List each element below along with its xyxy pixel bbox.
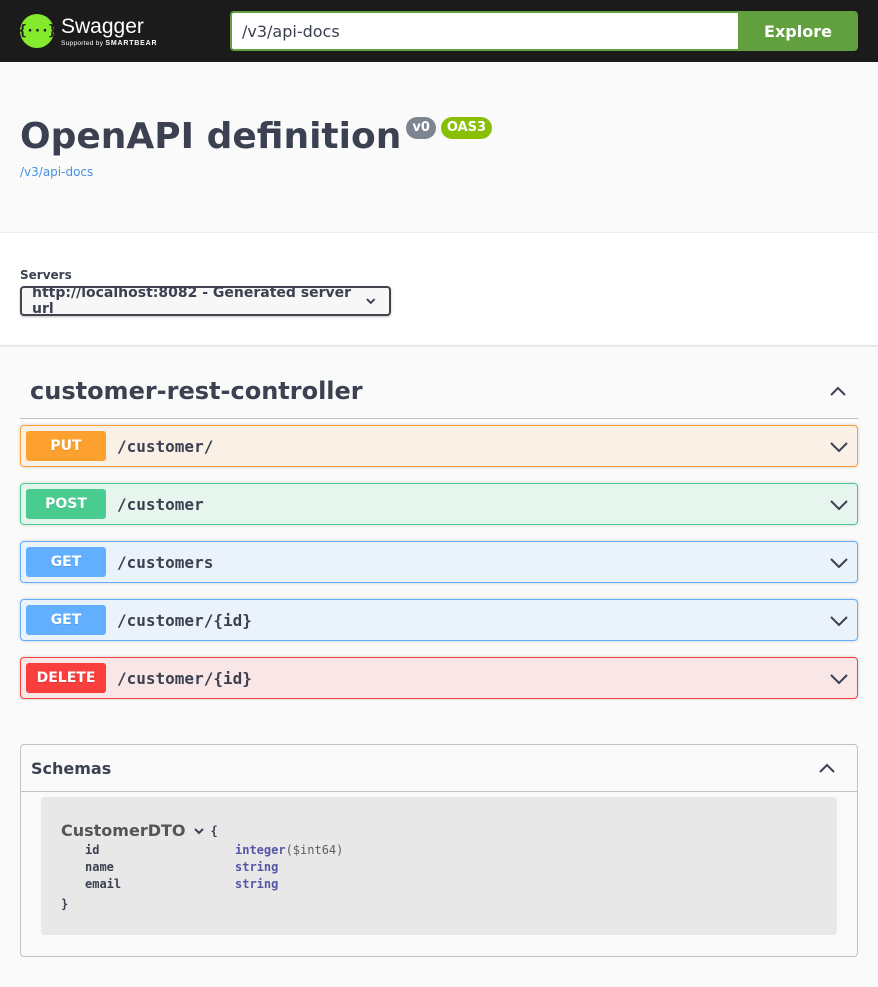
operation-put-customer[interactable]: PUT /customer/ (20, 425, 858, 467)
method-badge: GET (26, 547, 106, 577)
property-format: ($int64) (285, 843, 344, 857)
method-badge: GET (26, 605, 106, 635)
chevron-down-icon[interactable] (829, 552, 849, 572)
topbar: {···} Swagger Supported by SMARTBEAR Exp… (0, 0, 878, 62)
property-type: string (235, 860, 279, 874)
property-row: name string (61, 859, 817, 876)
spec-link[interactable]: /v3/api-docs (20, 165, 858, 179)
chevron-down-icon[interactable] (829, 610, 849, 630)
property-name: name (85, 860, 114, 874)
schemas-section: Schemas CustomerDTO { id integer($int64)… (20, 744, 858, 957)
operation-get-customers[interactable]: GET /customers (20, 541, 858, 583)
model-name: CustomerDTO (61, 821, 186, 840)
open-brace: { (210, 823, 218, 838)
explore-button[interactable]: Explore (738, 11, 858, 51)
chevron-down-icon[interactable] (192, 824, 206, 838)
logo-name: Swagger (61, 14, 144, 38)
property-name: id (85, 843, 100, 857)
property-name: email (85, 877, 122, 891)
property-row: email string (61, 876, 817, 893)
operation-post-customer[interactable]: POST /customer (20, 483, 858, 525)
method-badge: DELETE (26, 663, 106, 693)
chevron-up-icon[interactable] (828, 381, 848, 401)
operation-path: /customer (117, 494, 204, 514)
operation-path: /customers (117, 552, 214, 572)
property-row: id integer($int64) (61, 842, 817, 859)
tag-section: customer-rest-controller PUT /customer/ … (0, 345, 878, 699)
servers-label: Servers (20, 268, 72, 282)
chevron-up-icon[interactable] (817, 758, 837, 778)
chevron-down-icon[interactable] (829, 494, 849, 514)
close-brace: } (61, 897, 69, 911)
model-box: CustomerDTO { id integer($int64) name st… (41, 797, 837, 935)
logo-subtitle: Supported by SMARTBEAR (61, 39, 158, 47)
swagger-logo-icon: {···} (18, 14, 57, 48)
chevron-down-icon (366, 298, 376, 305)
info-section: OpenAPI definition v0 OAS3 /v3/api-docs (0, 62, 878, 232)
property-type: integer (235, 843, 286, 857)
model-properties: id integer($int64) name string email str… (61, 842, 817, 893)
oas-badge: OAS3 (440, 117, 493, 139)
server-select[interactable]: http://localhost:8082 - Generated server… (20, 285, 391, 317)
operation-path: /customer/{id} (117, 668, 252, 688)
method-badge: POST (26, 489, 106, 519)
swagger-logo[interactable]: {···} Swagger Supported by SMARTBEAR (18, 14, 230, 48)
operation-get-customer-id[interactable]: GET /customer/{id} (20, 599, 858, 641)
chevron-down-icon[interactable] (829, 436, 849, 456)
server-select-value: http://localhost:8082 - Generated server… (32, 285, 352, 317)
page-title: OpenAPI definition (20, 116, 402, 157)
model-toggle[interactable]: CustomerDTO { (61, 821, 817, 840)
spec-url-input[interactable] (230, 11, 738, 51)
url-form: Explore (230, 11, 858, 51)
tag-header[interactable]: customer-rest-controller (20, 345, 858, 419)
servers-section: Servers http://localhost:8082 - Generate… (0, 232, 878, 345)
property-type: string (235, 877, 279, 891)
schemas-header[interactable]: Schemas (21, 745, 857, 792)
operation-path: /customer/ (117, 436, 214, 456)
schemas-title: Schemas (31, 758, 112, 778)
chevron-down-icon[interactable] (829, 668, 849, 688)
tag-name: customer-rest-controller (30, 376, 363, 405)
operation-delete-customer-id[interactable]: DELETE /customer/{id} (20, 657, 858, 699)
version-badge: v0 (406, 117, 436, 139)
operation-path: /customer/{id} (117, 610, 252, 630)
method-badge: PUT (26, 431, 106, 461)
